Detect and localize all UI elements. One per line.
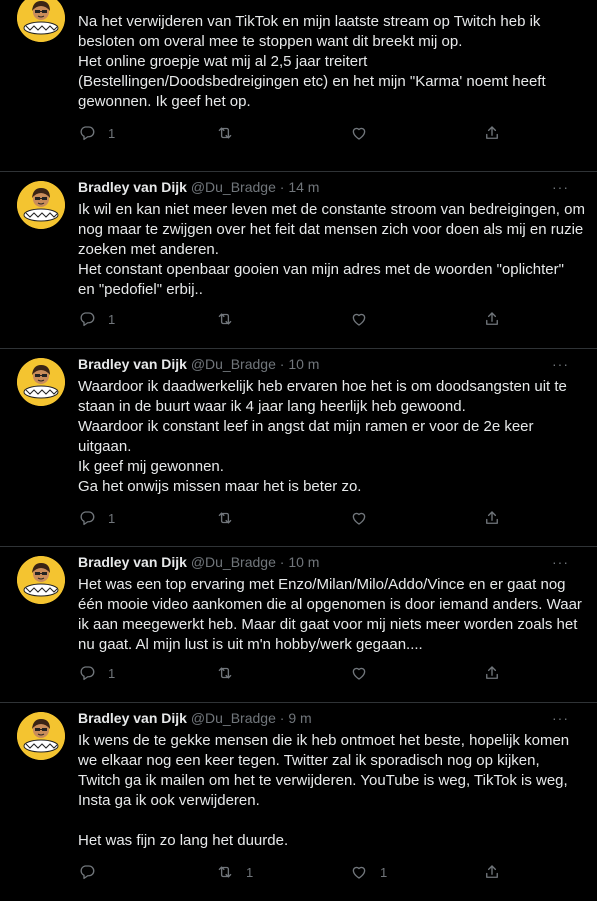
tweet-text: Ik wens de te gekke mensen die ik heb on… <box>78 732 570 849</box>
tweet-text: Waardoor ik daadwerkelijk heb ervaren ho… <box>78 378 567 495</box>
tweet[interactable]: Bradley van Dijk @Du_Bradge · 10 m ··· Waa… <box>0 349 597 547</box>
retweet-button[interactable] <box>216 508 246 528</box>
author-name[interactable]: Bradley van Dijk <box>78 710 187 726</box>
more-icon[interactable]: ··· <box>551 552 569 572</box>
reply-button[interactable]: 1 <box>78 508 115 528</box>
reply-count: 1 <box>108 510 116 526</box>
retweet-icon <box>216 863 234 881</box>
retweet-count: 1 <box>246 864 254 880</box>
more-icon[interactable]: ··· <box>551 708 569 728</box>
retweet-icon <box>216 664 234 682</box>
reply-button[interactable] <box>78 862 108 882</box>
share-button[interactable] <box>483 663 501 683</box>
avatar[interactable] <box>17 556 65 604</box>
share-button[interactable] <box>483 123 501 143</box>
author-name[interactable]: Bradley van Dijk <box>78 179 187 195</box>
separator-dot: · <box>279 554 285 570</box>
timestamp[interactable]: 9 m <box>288 710 311 726</box>
retweet-button[interactable] <box>216 309 246 329</box>
like-icon <box>350 863 368 881</box>
reply-button[interactable]: 1 <box>78 663 115 683</box>
separator-dot: · <box>279 710 285 726</box>
tweet-actions: 1 <box>70 123 510 143</box>
like-icon <box>350 124 368 142</box>
tweet-header: Bradley van Dijk @Du_Bradge · 16 m··· <box>78 0 583 2</box>
retweet-button[interactable] <box>216 123 246 143</box>
tweet-actions: 1 <box>70 663 510 683</box>
separator-dot: · <box>279 179 285 195</box>
author-handle[interactable]: @Du_Bradge <box>191 710 276 726</box>
like-icon <box>350 509 368 527</box>
reply-count: 1 <box>108 665 116 681</box>
share-icon <box>483 863 501 881</box>
avatar[interactable] <box>17 181 65 229</box>
tweet-actions: 1 <box>70 508 510 528</box>
like-button[interactable] <box>350 123 380 143</box>
share-button[interactable] <box>483 862 501 882</box>
share-button[interactable] <box>483 309 501 329</box>
author-handle[interactable]: @Du_Bradge <box>191 356 276 372</box>
retweet-button[interactable]: 1 <box>216 862 253 882</box>
reply-icon <box>78 310 96 328</box>
share-button[interactable] <box>483 508 501 528</box>
retweet-icon <box>216 509 234 527</box>
timeline: Bradley van Dijk @Du_Bradge · 16 m··· Na … <box>0 0 597 901</box>
share-icon <box>483 509 501 527</box>
timestamp[interactable]: 14 m <box>288 179 319 195</box>
author-handle[interactable]: @Du_Bradge <box>191 179 276 195</box>
reply-count: 1 <box>108 125 116 141</box>
like-icon <box>350 310 368 328</box>
reply-icon <box>78 664 96 682</box>
tweet[interactable]: Bradley van Dijk @Du_Bradge · 9 m ··· Ik w… <box>0 703 597 901</box>
timestamp[interactable]: 10 m <box>288 356 319 372</box>
more-icon[interactable]: ··· <box>551 177 569 197</box>
like-icon <box>350 664 368 682</box>
author-name[interactable]: Bradley van Dijk <box>78 356 187 372</box>
separator-dot: · <box>279 356 285 372</box>
author-name[interactable]: Bradley van Dijk <box>78 554 187 570</box>
like-button[interactable] <box>350 663 380 683</box>
tweet[interactable]: Bradley van Dijk @Du_Bradge · 10 m ··· Het… <box>0 547 597 703</box>
timestamp[interactable]: 10 m <box>288 554 319 570</box>
tweet-text: Ik wil en kan niet meer leven met de con… <box>78 201 585 298</box>
retweet-icon <box>216 124 234 142</box>
reply-button[interactable]: 1 <box>78 309 115 329</box>
tweet-text: Het was een top ervaring met Enzo/Milan/… <box>78 576 582 653</box>
share-icon <box>483 310 501 328</box>
avatar[interactable] <box>17 0 65 42</box>
retweet-icon <box>216 310 234 328</box>
avatar[interactable] <box>17 712 65 760</box>
retweet-button[interactable] <box>216 663 246 683</box>
more-icon[interactable]: ··· <box>551 354 569 374</box>
more-icon[interactable]: ··· <box>551 0 569 2</box>
author-handle[interactable]: @Du_Bradge <box>191 554 276 570</box>
tweet-header: Bradley van Dijk @Du_Bradge · 14 m ··· <box>78 177 583 197</box>
tweet-header: Bradley van Dijk @Du_Bradge · 10 m ··· <box>78 354 583 374</box>
reply-button[interactable]: 1 <box>78 123 115 143</box>
reply-count: 1 <box>108 311 116 327</box>
reply-icon <box>78 863 96 881</box>
tweet-text: Na het verwijderen van TikTok en mijn la… <box>78 13 546 110</box>
tweet-actions: 1 <box>70 309 510 329</box>
tweet-header: Bradley van Dijk @Du_Bradge · 9 m ··· <box>78 708 583 728</box>
like-count: 1 <box>380 864 388 880</box>
like-button[interactable] <box>350 508 380 528</box>
like-button[interactable] <box>350 309 380 329</box>
tweet-actions: 11 <box>70 862 510 882</box>
share-icon <box>483 664 501 682</box>
reply-icon <box>78 509 96 527</box>
share-icon <box>483 124 501 142</box>
tweet[interactable]: Bradley van Dijk @Du_Bradge · 16 m··· Na … <box>0 0 597 172</box>
avatar[interactable] <box>17 358 65 406</box>
like-button[interactable]: 1 <box>350 862 387 882</box>
tweet[interactable]: Bradley van Dijk @Du_Bradge · 14 m ··· Ik … <box>0 172 597 349</box>
reply-icon <box>78 124 96 142</box>
tweet-header: Bradley van Dijk @Du_Bradge · 10 m ··· <box>78 552 583 572</box>
